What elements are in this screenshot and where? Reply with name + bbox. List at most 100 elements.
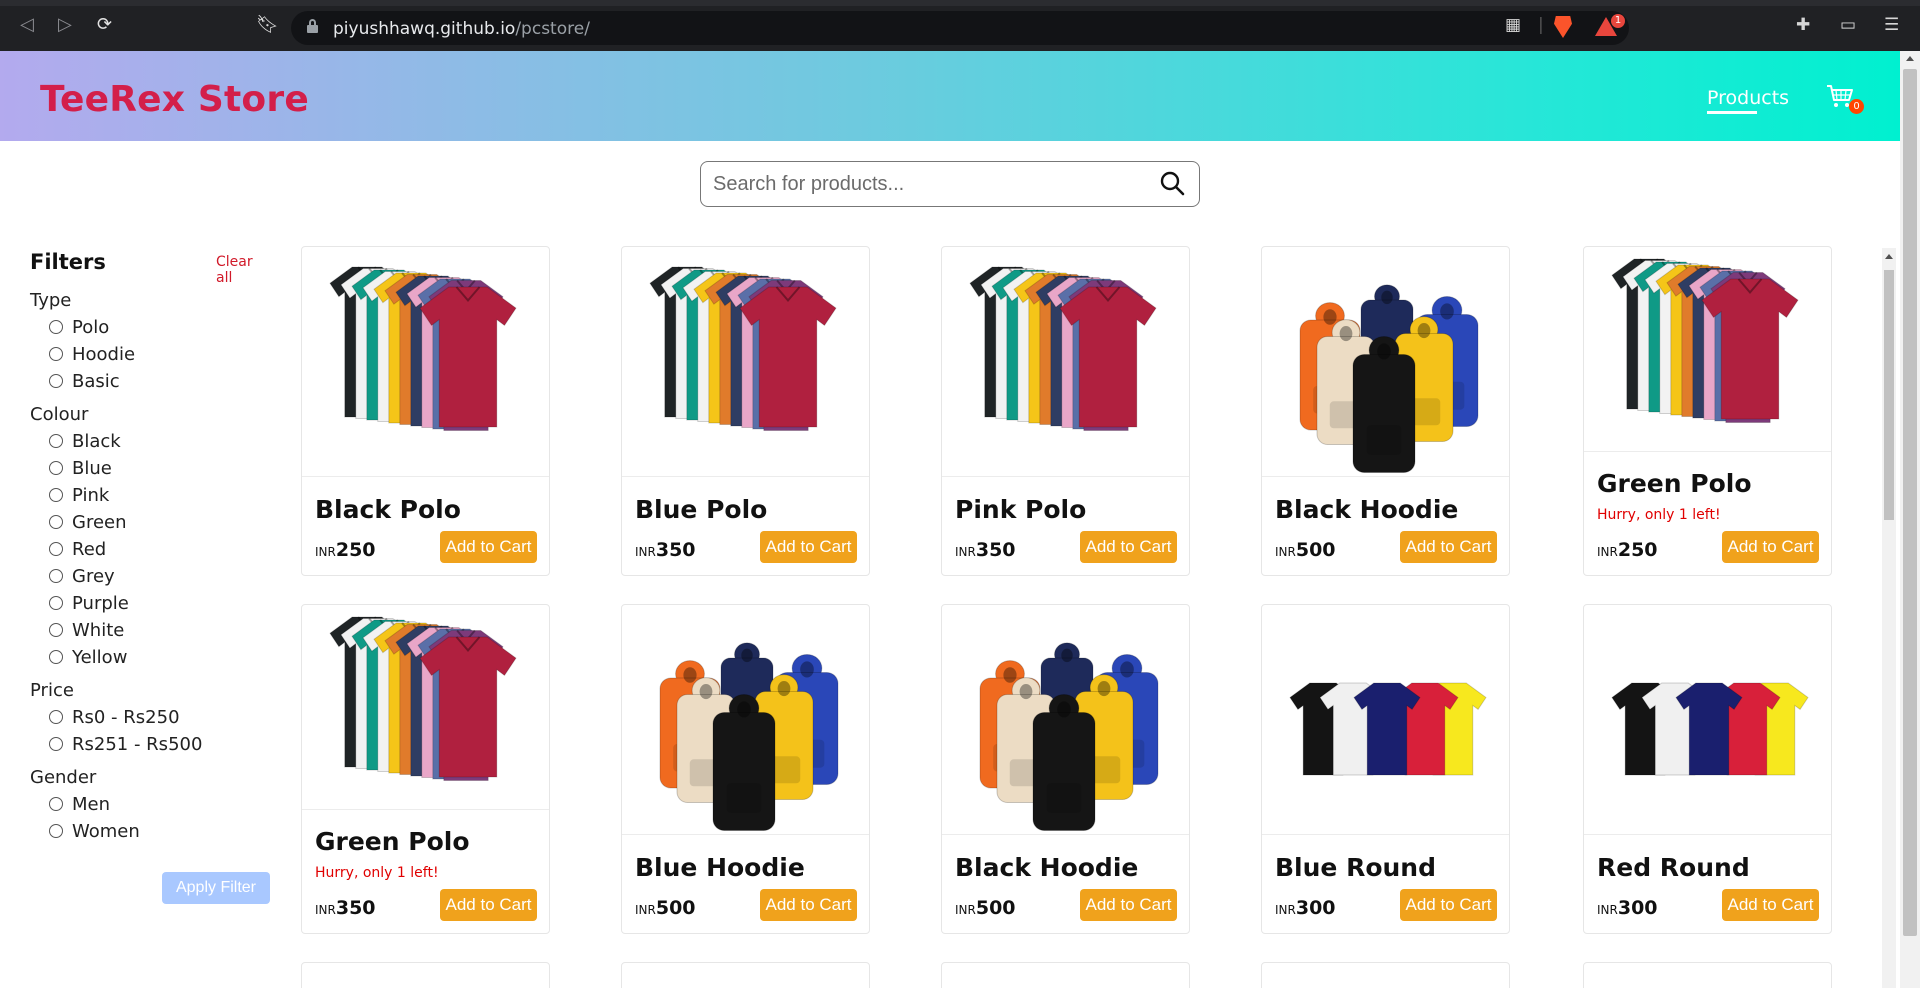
add-to-cart-button[interactable]: Add to Cart <box>760 889 857 921</box>
url-text[interactable]: piyushhawq.github.io/pcstore/ <box>333 19 590 39</box>
scroll-up-arrow-icon[interactable] <box>1906 56 1914 61</box>
radio-button[interactable] <box>49 623 63 637</box>
radio-button[interactable] <box>49 434 63 448</box>
add-to-cart-button[interactable]: Add to Cart <box>1080 531 1177 563</box>
reload-icon[interactable]: ⟳ <box>97 14 112 35</box>
filters-title: Filters <box>30 250 106 274</box>
add-to-cart-button[interactable]: Add to Cart <box>1722 531 1819 563</box>
filter-group-colour-title: Colour <box>30 404 89 425</box>
search-icon[interactable] <box>1159 170 1185 196</box>
product-card: Blue Hoodie INR500 Add to Cart <box>621 604 870 934</box>
clear-all-link[interactable]: Clear all <box>216 254 270 286</box>
product-name: Blue Polo <box>635 495 768 524</box>
radio-button[interactable] <box>49 374 63 388</box>
scroll-up-arrow-icon[interactable] <box>1885 254 1893 259</box>
product-card: Black Hoodie INR500 Add to Cart <box>1261 246 1510 576</box>
radio-button[interactable] <box>49 650 63 664</box>
product-name: Green Polo <box>315 827 470 856</box>
radio-button[interactable] <box>49 542 63 556</box>
product-card: Black Hoodie INR500 Add to Cart <box>941 604 1190 934</box>
scrollbar-thumb[interactable] <box>1884 270 1894 520</box>
product-price: INR500 <box>1275 539 1336 561</box>
product-price: INR300 <box>1597 897 1658 919</box>
browser-toolbar: ◁ ▷ ⟳ 🔖︎ piyushhawq.github.io/pcstore/ ▦… <box>0 0 1920 51</box>
menu-icon[interactable]: ☰ <box>1884 15 1899 35</box>
product-name: Blue Hoodie <box>635 853 805 882</box>
nav-active-underline <box>1707 111 1757 114</box>
page-scrollbar[interactable] <box>1900 51 1920 988</box>
filter-group-price-title: Price <box>30 680 74 701</box>
radio-button[interactable] <box>49 347 63 361</box>
product-image-hoodie <box>622 605 869 835</box>
add-to-cart-button[interactable]: Add to Cart <box>1080 889 1177 921</box>
radio-button[interactable] <box>49 710 63 724</box>
radio-button[interactable] <box>49 515 63 529</box>
nav-products-link[interactable]: Products <box>1707 87 1789 109</box>
radio-button[interactable] <box>49 797 63 811</box>
filter-group-gender-title: Gender <box>30 767 97 788</box>
product-price: INR250 <box>1597 539 1658 561</box>
radio-button[interactable] <box>49 824 63 838</box>
site-header: TeeRex Store Products 0 <box>0 51 1900 141</box>
cart-count-badge: 0 <box>1849 99 1864 114</box>
store-logo[interactable]: TeeRex Store <box>40 79 309 120</box>
add-to-cart-button[interactable]: Add to Cart <box>1722 889 1819 921</box>
product-image-polo <box>1584 247 1831 452</box>
product-name: Black Polo <box>315 495 461 524</box>
product-card <box>301 962 550 988</box>
forward-icon[interactable]: ▷ <box>58 14 72 35</box>
product-card: Pink Polo INR350 Add to Cart <box>941 246 1190 576</box>
radio-button[interactable] <box>49 596 63 610</box>
product-name: Red Round <box>1597 853 1750 882</box>
product-price: INR300 <box>1275 897 1336 919</box>
product-price: INR500 <box>955 897 1016 919</box>
product-image-polo <box>302 247 549 477</box>
product-card <box>941 962 1190 988</box>
add-to-cart-button[interactable]: Add to Cart <box>760 531 857 563</box>
bookmark-icon[interactable]: 🔖︎ <box>256 14 279 35</box>
scrollbar-thumb[interactable] <box>1903 69 1917 936</box>
toolbar-divider: | <box>1538 15 1544 35</box>
apply-filter-button[interactable]: Apply Filter <box>162 872 270 904</box>
product-card: Blue Polo INR350 Add to Cart <box>621 246 870 576</box>
wallet-icon[interactable]: ▭ <box>1840 15 1856 35</box>
rewards-badge: 1 <box>1611 14 1625 28</box>
product-image-polo <box>622 247 869 477</box>
product-image-polo <box>942 247 1189 477</box>
radio-button[interactable] <box>49 737 63 751</box>
lock-icon <box>307 19 318 33</box>
product-name: Black Hoodie <box>1275 495 1459 524</box>
radio-button[interactable] <box>49 569 63 583</box>
product-image-hoodie <box>1262 247 1509 477</box>
radio-button[interactable] <box>49 461 63 475</box>
address-bar[interactable]: piyushhawq.github.io/pcstore/ <box>291 11 1629 45</box>
product-card <box>1261 962 1510 988</box>
product-card: Green Polo Hurry, only 1 left! INR350 Ad… <box>301 604 550 934</box>
back-icon[interactable]: ◁ <box>20 14 34 35</box>
extensions-icon[interactable]: ✚ <box>1796 15 1810 35</box>
product-price: INR350 <box>315 897 376 919</box>
product-image-round <box>1262 605 1509 835</box>
product-price: INR500 <box>635 897 696 919</box>
radio-button[interactable] <box>49 320 63 334</box>
filter-group-type-title: Type <box>30 290 72 311</box>
product-image-hoodie <box>942 605 1189 835</box>
search-input[interactable] <box>713 172 1143 196</box>
add-to-cart-button[interactable]: Add to Cart <box>440 531 537 563</box>
stock-warning: Hurry, only 1 left! <box>315 865 439 881</box>
product-image-round <box>1584 605 1831 835</box>
add-to-cart-button[interactable]: Add to Cart <box>1400 889 1497 921</box>
add-to-cart-button[interactable]: Add to Cart <box>440 889 537 921</box>
product-card: Green Polo Hurry, only 1 left! INR250 Ad… <box>1583 246 1832 576</box>
radio-button[interactable] <box>49 488 63 502</box>
product-name: Black Hoodie <box>955 853 1139 882</box>
search-box <box>700 161 1200 207</box>
product-card: Black Polo INR250 Add to Cart <box>301 246 550 576</box>
add-to-cart-button[interactable]: Add to Cart <box>1400 531 1497 563</box>
product-price: INR250 <box>315 539 376 561</box>
product-list-scrollbar[interactable] <box>1882 248 1896 988</box>
qr-icon[interactable]: ▦ <box>1505 15 1521 35</box>
product-card <box>621 962 870 988</box>
product-name: Blue Round <box>1275 853 1436 882</box>
product-price: INR350 <box>955 539 1016 561</box>
